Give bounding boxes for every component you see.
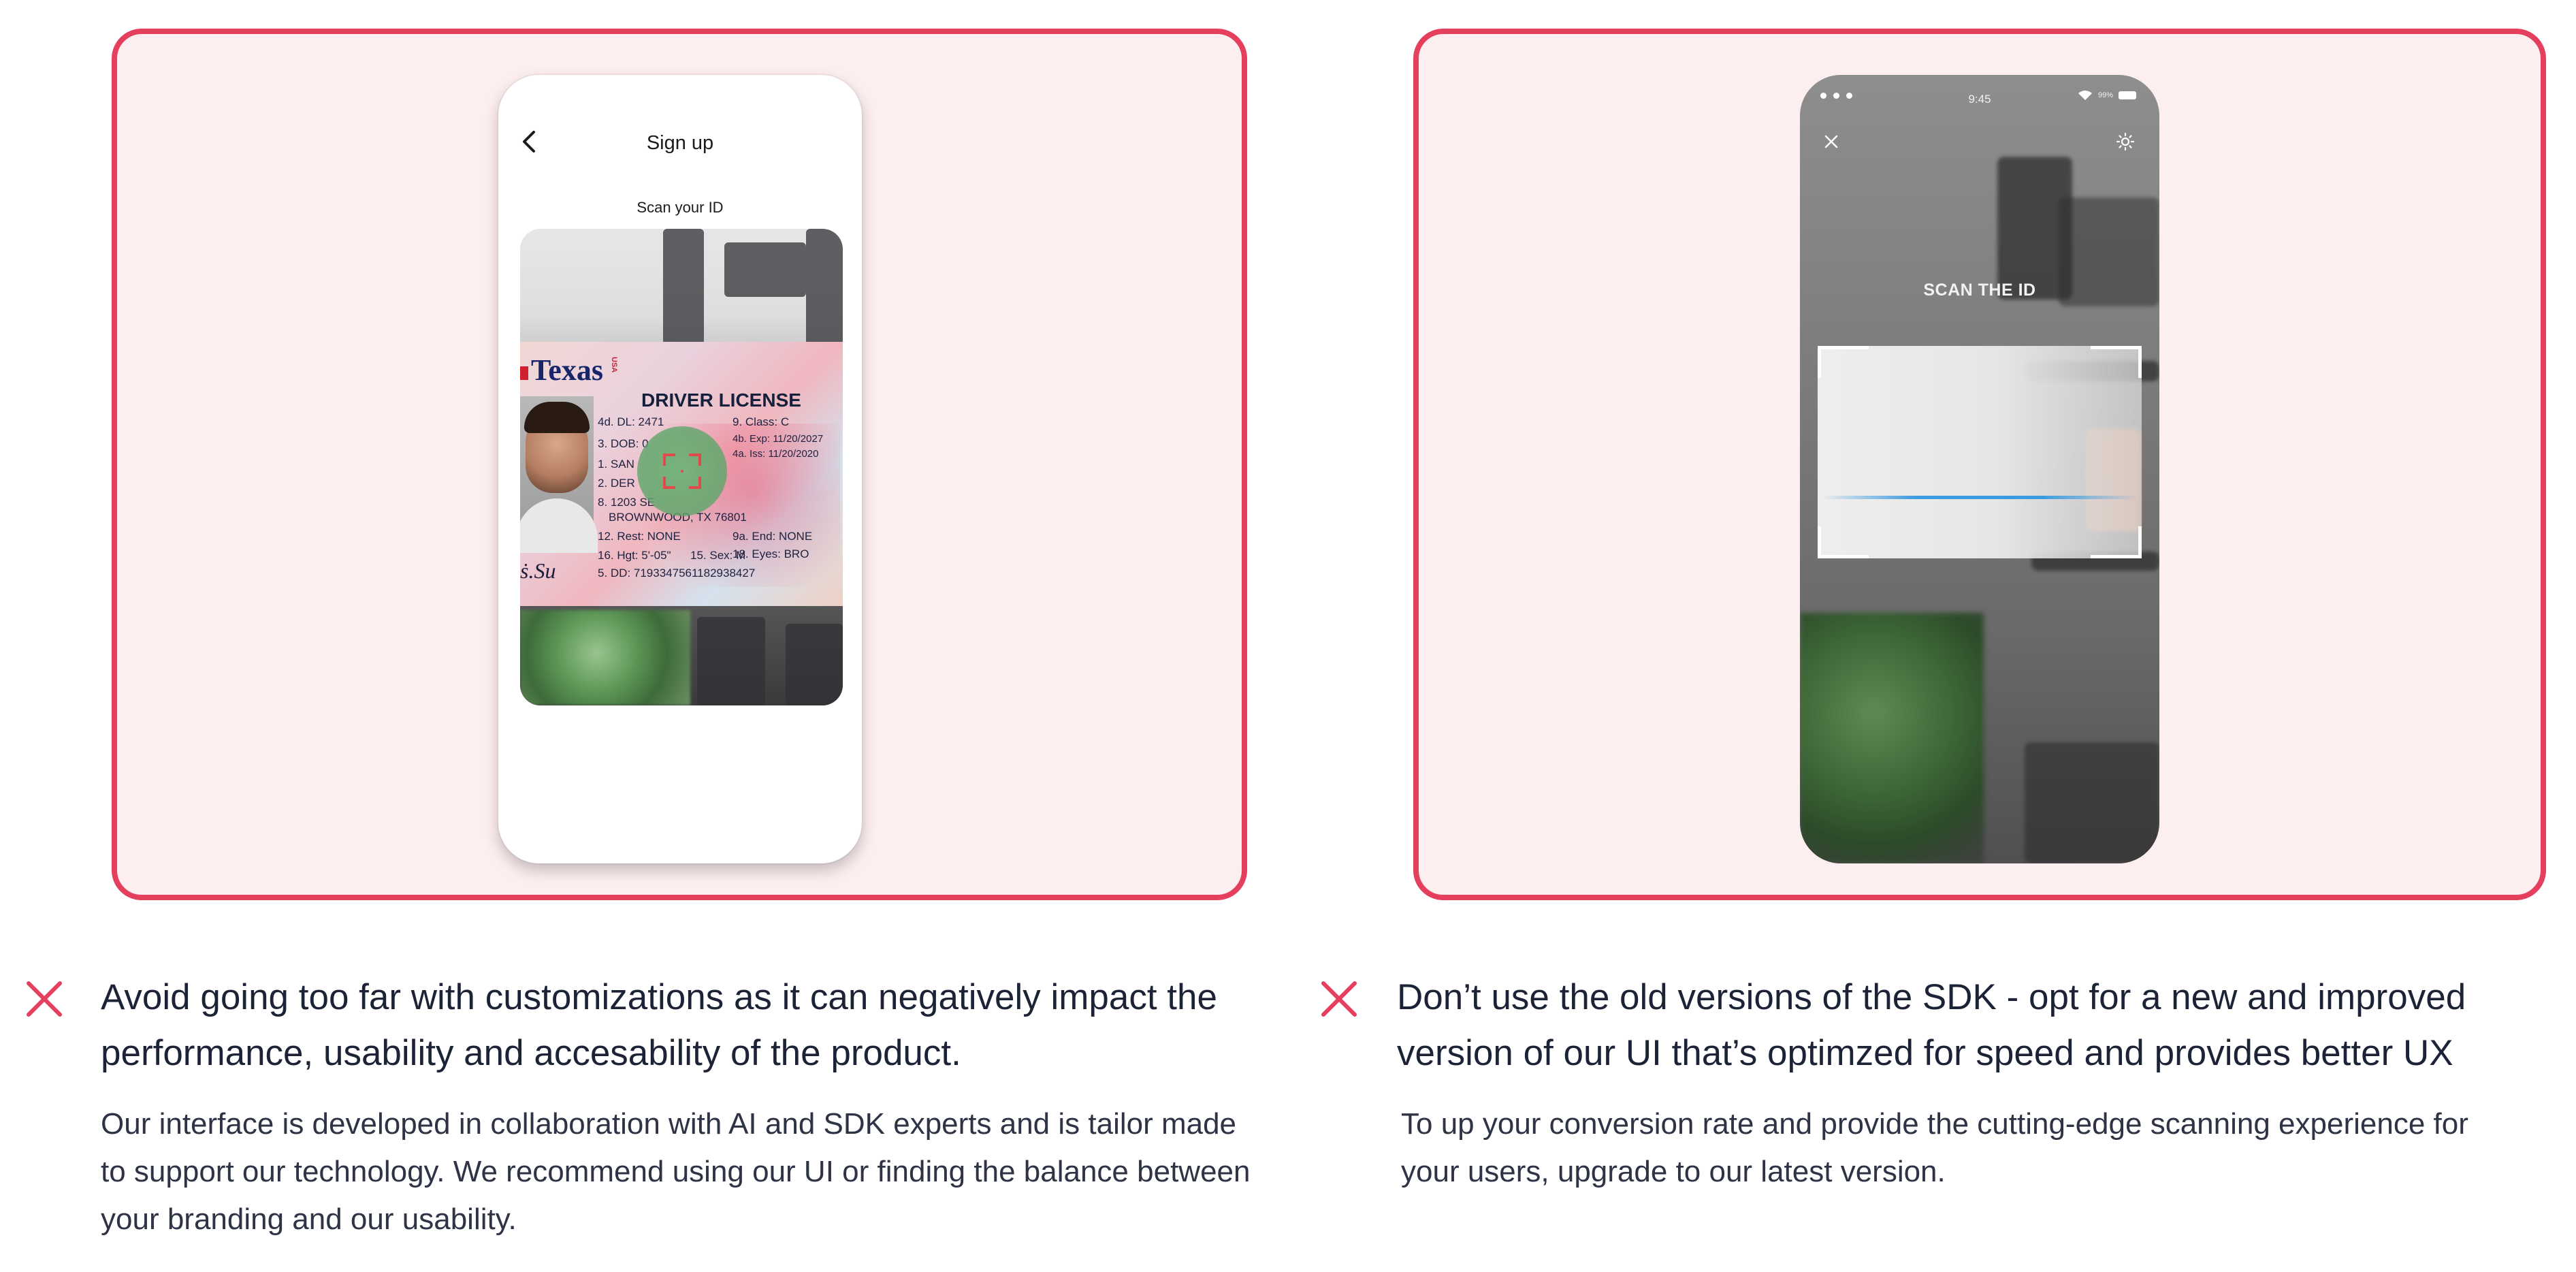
battery-icon: [2119, 91, 2136, 99]
screen-title: Sign up: [646, 132, 714, 154]
id-field-iss: 4a. Iss: 11/20/2020: [732, 448, 819, 460]
guideline-body-left: Our interface is developed in collaborat…: [101, 1107, 1251, 1236]
scan-instruction: Scan your ID: [637, 199, 724, 216]
camera-viewfinder: Texas USA DRIVER LICENSE ṡ.Su 4d. DL: 24…: [520, 229, 843, 705]
id-field-height: 16. Hgt: 5'-05": [598, 549, 671, 562]
id-field-exp: 4b. Exp: 11/20/2027: [732, 433, 824, 445]
corner-bracket: [1818, 526, 1869, 558]
x-mark-icon: [1321, 981, 1357, 1017]
id-portrait-photo: [520, 396, 598, 553]
battery-percent: 99%: [2097, 91, 2113, 99]
x-mark-icon: [27, 981, 62, 1017]
corner-bracket: [2091, 346, 2142, 378]
id-field-restrictions: 12. Rest: NONE: [598, 530, 681, 543]
id-field-eyes: 18. Eyes: BRO: [732, 547, 809, 560]
guideline-heading-left: Avoid going too far with customizations …: [101, 977, 1217, 1073]
phone-mockup-custom-ui: Sign up Scan your ID Texas USA DRIVER LI…: [498, 75, 862, 863]
close-icon[interactable]: [1823, 133, 1839, 150]
scan-frame: [1818, 346, 2142, 558]
wifi-icon: [2078, 91, 2092, 100]
id-field-name2: 2. DER: [598, 477, 635, 490]
id-field-class: 9. Class: C: [732, 415, 790, 428]
guideline-heading-right: Don’t use the old versions of the SDK - …: [1397, 977, 2466, 1073]
phone-mockup-old-sdk: 9:45 99% SCAN THE ID: [1800, 75, 2159, 863]
custom-focus-target: [637, 426, 727, 516]
guideline-body-right: To up your conversion rate and provide t…: [1401, 1107, 2468, 1188]
id-signature: ṡ.Su: [520, 558, 556, 583]
flag-mark: [520, 366, 528, 380]
id-field-dl: 4d. DL: 2471: [598, 415, 664, 428]
id-field-endorsements: 9a. End: NONE: [732, 530, 813, 543]
id-country: USA: [610, 357, 618, 373]
scan-line: [1822, 496, 2138, 499]
corner-bracket: [2091, 526, 2142, 558]
plant-background: [520, 610, 690, 705]
id-document-type: DRIVER LICENSE: [641, 389, 801, 411]
plant-background: [1800, 613, 1984, 863]
id-field-dd: 5. DD: 7193347561182938427: [598, 567, 756, 579]
sun-icon[interactable]: [2116, 132, 2135, 151]
id-field-name1: 1. SAN: [598, 458, 634, 471]
old-sdk-example-panel: 9:45 99% SCAN THE ID: [1413, 29, 2546, 900]
scan-title: SCAN THE ID: [1923, 281, 2036, 300]
status-indicators: 99%: [2078, 90, 2136, 101]
corner-bracket: [1818, 346, 1869, 378]
id-field-dob: 3. DOB: 0: [598, 437, 649, 450]
customization-example-panel: Sign up Scan your ID Texas USA DRIVER LI…: [112, 29, 1247, 900]
id-state-name: Texas: [531, 353, 603, 387]
